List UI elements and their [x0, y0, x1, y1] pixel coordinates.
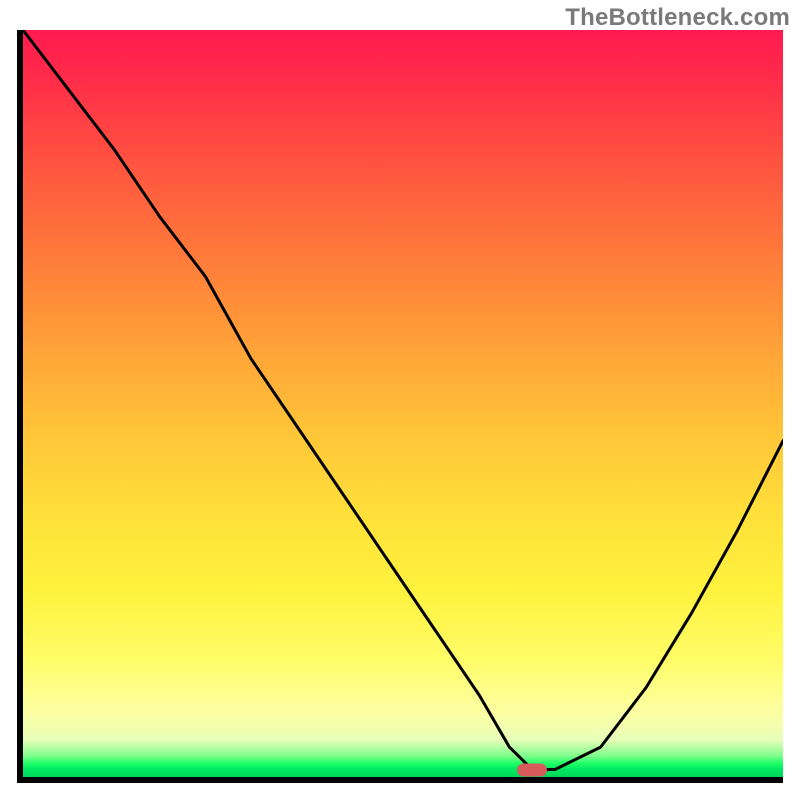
chart-frame: TheBottleneck.com: [0, 0, 800, 800]
curve-path: [23, 30, 783, 770]
watermark-text: TheBottleneck.com: [565, 4, 790, 32]
optimum-marker: [517, 763, 547, 776]
bottleneck-curve: [23, 30, 783, 777]
plot-area: [17, 30, 783, 783]
